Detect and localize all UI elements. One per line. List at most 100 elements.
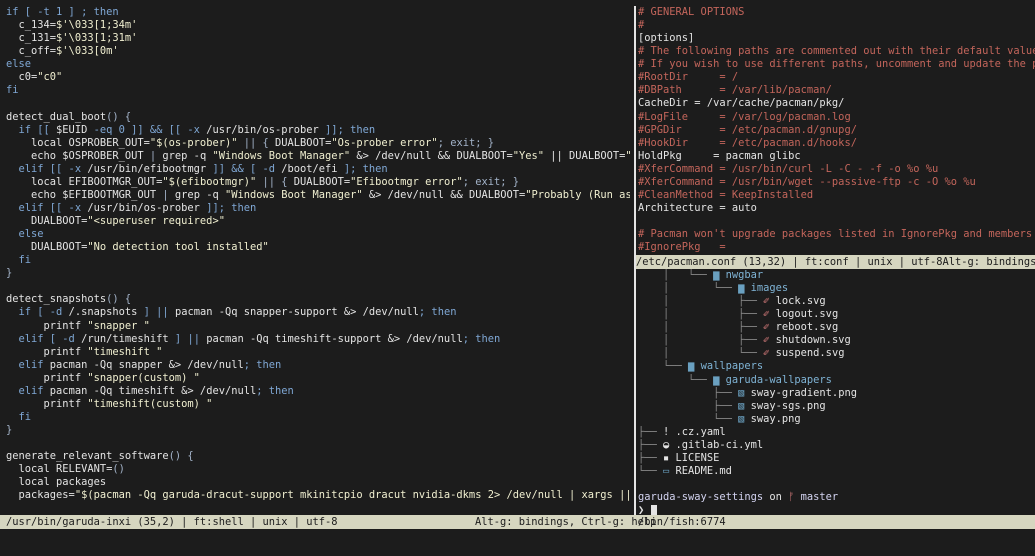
code-line: if [[ $EUID -eq 0 ]] && [[ -x /usr/bin/o… xyxy=(6,124,630,137)
folder-icon: ▆ xyxy=(713,373,726,386)
shell-prompt: garuda-sway-settings on ᚠ master xyxy=(638,491,1035,504)
code-token: || { xyxy=(256,175,294,188)
code-token: ]] && [ -d xyxy=(206,162,282,175)
code-token: #LogFile = /var/log/pacman.log xyxy=(638,110,851,123)
code-token: #DBPath = /var/lib/pacman/ xyxy=(638,84,832,97)
tree-item-name: images xyxy=(750,282,789,295)
code-token: () { xyxy=(106,293,132,306)
tree-item: │ └── ▆ nwgbar xyxy=(638,269,1035,282)
tree-item: │ ├── ✐ reboot.svg xyxy=(638,321,1035,334)
code-token: ]]; then xyxy=(318,123,376,136)
tree-item: ├── ▧ sway-gradient.png xyxy=(638,387,1035,400)
prompt-symbol: ❯ xyxy=(638,504,645,515)
code-token: "Yes" xyxy=(512,149,545,162)
tree-branch: ├── xyxy=(638,451,664,464)
code-token: "snapper " xyxy=(87,319,150,332)
code-token: #RootDir = / xyxy=(638,71,739,84)
terminal-pane[interactable]: │ └── ▆ nwgbar │ └── ▆ images │ ├── ✐ lo… xyxy=(638,269,1035,515)
code-token: c0= xyxy=(6,71,38,84)
tree-item: └── ▆ garuda-wallpapers xyxy=(638,374,1035,387)
tree-branch: │ └── xyxy=(638,269,714,281)
code-line: c_off=$'\033[0m' xyxy=(6,45,630,58)
code-token: elif [ -d xyxy=(6,332,82,345)
file-icon: ✐ xyxy=(763,347,776,360)
code-token: | xyxy=(149,149,163,162)
tree-item-name: .gitlab-ci.yml xyxy=(675,438,764,451)
code-token: DUALBOOT= xyxy=(293,175,351,188)
code-token: CacheDir = /var/cache/pacman/pkg/ xyxy=(638,97,845,110)
code-token: ] || xyxy=(168,332,207,345)
tree-item: │ └── ▆ images xyxy=(638,282,1035,295)
tree-item-name: sway.png xyxy=(750,412,801,425)
code-line: printf "timeshift " xyxy=(6,346,630,359)
code-token: grep -q xyxy=(174,188,225,201)
code-token: -eq 0 ]] && [[ -x xyxy=(87,123,207,136)
code-line: } xyxy=(6,267,630,280)
code-token: "c0" xyxy=(37,71,63,84)
tree-item: └── ▆ wallpapers xyxy=(638,360,1035,373)
code-token: "No/Undetected" xyxy=(625,150,630,162)
code-token: "timeshift " xyxy=(87,345,163,358)
code-token: "Windows Boot Manager" xyxy=(212,149,351,162)
config-line: #RootDir = / xyxy=(638,71,1035,84)
config-line: #DBPath = /var/lib/pacman/ xyxy=(638,84,1035,97)
code-token: || { xyxy=(237,136,276,149)
code-token: | xyxy=(162,188,175,201)
tree-branch: ├── xyxy=(638,399,739,412)
code-token: detect_dual_boot xyxy=(6,110,107,123)
config-line: # If you wish to use different paths, un… xyxy=(638,58,1035,71)
code-token: local RELEVANT= xyxy=(6,463,113,476)
tree-item-name: sway-sgs.png xyxy=(750,399,826,412)
config-line: #XferCommand = /usr/bin/wget --passive-f… xyxy=(638,176,1035,189)
tree-item: └── ▧ sway.png xyxy=(638,413,1035,426)
code-line: printf "snapper(custom) " xyxy=(6,372,630,385)
editor-pane-right[interactable]: # GENERAL OPTIONS # [options] # The followi… xyxy=(638,6,1035,255)
config-line: #IgnorePkg = xyxy=(638,241,1035,254)
code-token: fi xyxy=(6,254,32,267)
config-line: #LogFile = /var/log/pacman.log xyxy=(638,111,1035,124)
tree-branch: │ ├── xyxy=(638,308,764,321)
code-token: ; then xyxy=(418,306,457,319)
code-token: # If you wish to use different paths, un… xyxy=(638,58,1035,71)
tree-item-name: sway-gradient.png xyxy=(750,386,857,399)
code-token: c_131= xyxy=(6,32,57,45)
code-token: "Probably (Run as root to verify)" xyxy=(525,188,630,201)
code-line: fi xyxy=(6,411,630,424)
file-icon: ▧ xyxy=(738,412,751,425)
terminal-screen: if [ -t 1 ] ; then c_134=$'\033[1;34m' c… xyxy=(0,0,1035,556)
code-token: Architecture = auto xyxy=(638,201,757,214)
code-token: generate_relevant_software xyxy=(6,450,169,463)
code-token: local packages xyxy=(6,476,107,489)
code-line: fi xyxy=(6,84,630,97)
folder-icon: ▆ xyxy=(688,360,701,373)
code-token: if [[ xyxy=(6,123,57,136)
code-line: elif [ -d /run/timeshift ] || pacman -Qq… xyxy=(6,333,630,346)
code-token: echo $EFIBOOTMGR_OUT xyxy=(6,188,163,201)
config-line: #XferCommand = /usr/bin/curl -L -C - -f … xyxy=(638,163,1035,176)
file-icon: ✐ xyxy=(763,308,776,321)
code-token: printf xyxy=(6,397,88,410)
config-line: # The following paths are commented out … xyxy=(638,45,1035,58)
prompt-on: on xyxy=(763,491,789,504)
prompt-directory: garuda-sway-settings xyxy=(638,491,764,504)
config-line: # GENERAL OPTIONS xyxy=(638,6,1035,19)
code-token: pacman -Qq snapper-support &> /dev/null xyxy=(174,306,419,319)
config-line xyxy=(638,215,1035,228)
config-line: # Pacman won't upgrade packages listed i… xyxy=(638,228,1035,241)
file-icon: ▧ xyxy=(738,399,751,412)
tree-branch: ├── xyxy=(638,425,664,438)
code-token: #IgnorePkg = xyxy=(638,241,726,254)
shell-input-line[interactable]: ❯ xyxy=(638,504,1035,515)
editor-pane-left[interactable]: if [ -t 1 ] ; then c_134=$'\033[1;34m' c… xyxy=(0,6,630,515)
tree-item: │ ├── ✐ shutdown.svg xyxy=(638,334,1035,347)
code-token: #XferCommand = /usr/bin/wget --passive-f… xyxy=(638,175,976,188)
code-token: "Windows Boot Manager" xyxy=(224,188,363,201)
tree-item-name: LICENSE xyxy=(675,451,720,464)
code-token: "$(pacman -Qq garuda-dracut-support mkin… xyxy=(74,489,630,502)
code-token: printf xyxy=(6,345,88,358)
code-token: $'\033[1;31m' xyxy=(56,32,138,45)
code-token: ; exit; } xyxy=(437,136,495,149)
code-line: packages="$(pacman -Qq garuda-dracut-sup… xyxy=(6,489,631,502)
code-line: else xyxy=(6,58,630,71)
